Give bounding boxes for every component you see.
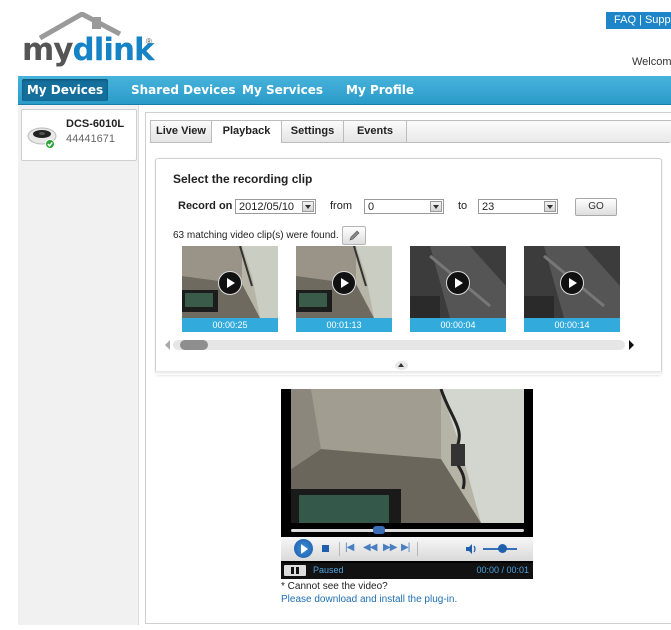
device-card[interactable]: DCS-6010L 44441671	[21, 109, 137, 161]
rewind-icon[interactable]: ◀◀	[363, 542, 377, 553]
pause-icon[interactable]	[284, 565, 306, 576]
to-hour-value: 23	[482, 201, 495, 213]
device-sidebar: DCS-6010L 44441671	[18, 105, 139, 625]
clip-duration: 00:00:25	[182, 318, 278, 332]
device-id: 44441671	[66, 133, 115, 145]
camera-device-icon	[27, 127, 57, 149]
main-nav-bar: My Devices Shared Devices My Services My…	[18, 76, 671, 105]
download-plugin-link[interactable]: Please download and install the plug-in.	[281, 594, 457, 605]
clip-thumbnail[interactable]: 00:00:25	[182, 246, 278, 332]
seek-knob[interactable]	[372, 526, 385, 534]
record-on-label: Record on	[178, 200, 233, 212]
seek-bar[interactable]	[291, 526, 524, 534]
clip-thumbnail[interactable]: 00:00:04	[410, 246, 506, 332]
welcome-text: Welcom	[632, 56, 671, 68]
from-label: from	[330, 200, 352, 212]
tab-playback[interactable]: Playback	[211, 120, 282, 143]
nav-tab-my-services[interactable]: My Services	[232, 79, 333, 101]
clip-thumbnail[interactable]: 00:01:13	[296, 246, 392, 332]
skip-back-icon[interactable]: |◀	[345, 542, 354, 553]
go-button[interactable]: GO	[575, 198, 617, 216]
play-icon	[218, 271, 242, 295]
record-date-value: 2012/05/10	[239, 201, 295, 213]
from-hour-value: 0	[368, 201, 375, 213]
matching-clips-count: 63 matching video clip(s) were found.	[173, 230, 339, 241]
to-hour-select[interactable]: 23	[478, 199, 558, 214]
player-controls: |◀ ◀◀ ▶▶ ▶|	[281, 537, 533, 561]
chevron-down-icon	[544, 201, 556, 212]
mydlink-logo[interactable]: mydlink ®	[22, 10, 157, 68]
clip-thumbnail[interactable]: 00:00:14	[524, 246, 620, 332]
player-status-bar: Paused 00:00 / 00:01	[281, 563, 533, 579]
clip-duration: 00:00:14	[524, 318, 620, 332]
play-icon	[560, 271, 584, 295]
video-frame[interactable]	[291, 389, 524, 523]
video-player: |◀ ◀◀ ▶▶ ▶| Paused 00:00 / 00:01	[281, 389, 533, 579]
recording-clip-panel: Select the recording clip Record on 2012…	[155, 158, 662, 375]
tab-bar-filler	[406, 120, 671, 142]
tab-settings[interactable]: Settings	[281, 120, 344, 142]
trademark-mark: ®	[146, 37, 152, 46]
from-hour-select[interactable]: 0	[364, 199, 444, 214]
play-button[interactable]	[294, 539, 313, 558]
device-main-panel: Live View Playback Settings Events Selec…	[145, 112, 671, 624]
chevron-down-icon	[430, 201, 442, 212]
pencil-icon	[349, 230, 360, 241]
device-name: DCS-6010L	[66, 118, 125, 130]
nav-tab-my-devices[interactable]: My Devices	[22, 79, 108, 101]
nav-tab-shared-devices[interactable]: Shared Devices	[121, 79, 246, 101]
tab-live-view[interactable]: Live View	[150, 120, 212, 142]
faq-support-link[interactable]: FAQ | Supp	[606, 12, 671, 29]
chevron-down-icon	[302, 201, 314, 212]
fast-forward-icon[interactable]: ▶▶	[383, 542, 397, 553]
nav-tab-my-profile[interactable]: My Profile	[336, 79, 424, 101]
cannot-see-video-note: * Cannot see the video?	[281, 581, 388, 592]
play-icon	[446, 271, 470, 295]
volume-knob[interactable]	[498, 544, 507, 553]
record-date-select[interactable]: 2012/05/10	[235, 199, 316, 214]
player-status: Paused	[313, 565, 344, 575]
player-time: 00:00 / 00:01	[476, 565, 529, 575]
clip-duration: 00:01:13	[296, 318, 392, 332]
device-tabs: Live View Playback Settings Events	[150, 118, 671, 143]
logo-wordmark: mydlink	[22, 32, 155, 68]
volume-icon[interactable]	[466, 543, 478, 555]
panel-divider	[155, 371, 662, 375]
to-label: to	[458, 200, 468, 212]
clip-horizontal-scrollbar[interactable]	[173, 340, 625, 350]
collapse-panel-icon[interactable]	[395, 361, 408, 370]
edit-clips-button[interactable]	[342, 226, 366, 245]
play-icon	[332, 271, 356, 295]
stop-button[interactable]	[322, 545, 329, 552]
scrollbar-thumb[interactable]	[180, 340, 208, 350]
control-separator	[339, 542, 340, 556]
scroll-right-arrow-icon[interactable]	[629, 340, 634, 350]
skip-forward-icon[interactable]: ▶|	[401, 542, 410, 553]
tab-events[interactable]: Events	[343, 120, 407, 142]
scroll-left-arrow-icon[interactable]	[165, 340, 170, 350]
recording-clip-title: Select the recording clip	[173, 172, 313, 186]
control-separator	[417, 542, 418, 556]
clip-duration: 00:00:04	[410, 318, 506, 332]
